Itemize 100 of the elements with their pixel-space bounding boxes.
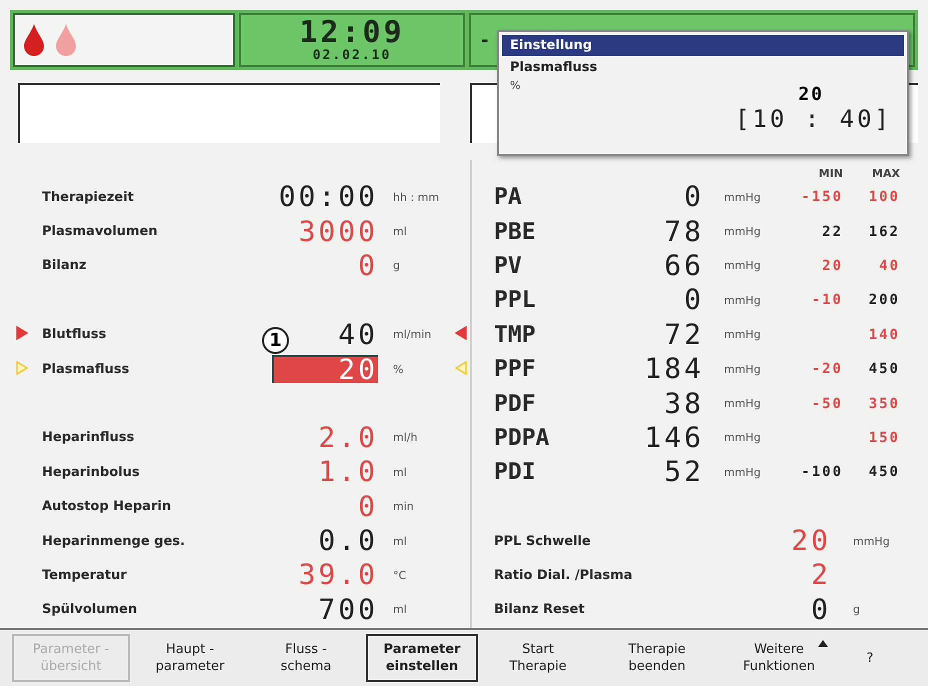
pressure-value: 146 xyxy=(644,422,704,453)
setting-value[interactable]: 20 xyxy=(791,526,831,556)
max-limit: 450 xyxy=(868,464,900,480)
setting-label: Bilanz Reset xyxy=(494,602,586,618)
parameter-label: Temperatur xyxy=(42,568,128,583)
max-limit: 140 xyxy=(868,326,900,343)
parameter-value[interactable]: 39.0 xyxy=(298,560,378,590)
footer-button[interactable]: Haupt - parameter xyxy=(134,634,246,682)
unit-label: mmHg xyxy=(724,466,762,479)
footer-button[interactable]: Therapie beenden xyxy=(598,634,716,682)
unit-label: hh : mm xyxy=(393,190,440,204)
unit-label: mmHg xyxy=(724,190,762,204)
setting-value[interactable]: 2 xyxy=(811,560,831,590)
pressure-name: TMP xyxy=(494,322,537,348)
footer-button[interactable]: Fluss - schema xyxy=(250,634,362,682)
parameter-value[interactable]: 700 xyxy=(318,594,378,625)
pressure-name: PPF xyxy=(494,356,537,382)
pressure-name: PV xyxy=(494,252,523,279)
parameter-value[interactable]: 00:00 xyxy=(278,182,378,212)
parameter-label: Plasmafluss xyxy=(42,362,130,377)
unit-label: mmHg xyxy=(724,397,762,410)
min-limit: -150 xyxy=(801,189,843,206)
dialog-range: [10 : 40] xyxy=(734,105,892,133)
parameter-value[interactable]: 0.0 xyxy=(318,526,378,556)
parameter-label: Autostop Heparin xyxy=(42,499,172,514)
min-limit: -100 xyxy=(801,464,843,480)
unit-label: mmHg xyxy=(724,225,762,238)
pressure-value: 0 xyxy=(684,182,704,212)
pressure-value: 184 xyxy=(644,354,704,384)
min-limit: -10 xyxy=(812,292,843,308)
pressure-value: 38 xyxy=(664,388,704,419)
pressure-name: PPL xyxy=(494,287,537,314)
footer-button[interactable]: Parameter einstellen xyxy=(366,634,478,682)
parameter-value[interactable]: 40 xyxy=(338,320,378,350)
pressure-name: PA xyxy=(494,184,523,210)
unit-label: mmHg xyxy=(724,362,762,376)
unit-label: mmHg xyxy=(724,259,762,272)
unit-label: % xyxy=(393,362,404,376)
max-limit: 200 xyxy=(868,292,900,308)
pressure-value: 52 xyxy=(664,457,704,488)
value-field[interactable]: 20 xyxy=(272,355,378,384)
unit-label: mmHg xyxy=(724,328,762,342)
unit-label: mmHg xyxy=(724,431,762,444)
pressure-name: PDI xyxy=(494,459,537,486)
setting-value[interactable]: 0 xyxy=(811,594,831,625)
min-limit: 20 xyxy=(822,258,843,274)
min-limit: -50 xyxy=(812,396,843,412)
dialog-value: 20 xyxy=(798,84,824,105)
pressure-value: 0 xyxy=(684,285,704,316)
pressure-name: PDPA xyxy=(494,424,550,451)
max-limit: 100 xyxy=(868,189,900,206)
unit-label: ml xyxy=(393,225,408,238)
max-limit: 450 xyxy=(868,361,900,378)
setting-label: PPL Schwelle xyxy=(494,534,592,549)
column-header: MAX xyxy=(872,167,900,180)
parameter-label: Spülvolumen xyxy=(42,602,138,618)
parameter-value[interactable]: 0 xyxy=(358,250,378,281)
parameter-value[interactable]: 0 xyxy=(358,492,378,522)
dialog-title: Einstellung xyxy=(502,35,904,56)
unit-label: ml xyxy=(393,534,408,548)
clock-time: 12:09 xyxy=(299,18,405,48)
message-mark: - xyxy=(481,30,488,50)
footer-button[interactable]: Start Therapie xyxy=(482,634,594,682)
footer-button[interactable]: Weitere Funktionen xyxy=(720,634,838,682)
min-limit: -20 xyxy=(812,361,843,378)
parameter-label: Heparinmenge ges. xyxy=(42,534,186,549)
dialog-unit: % xyxy=(509,78,522,92)
unit-label: g xyxy=(393,259,401,272)
pressure-value: 78 xyxy=(664,216,704,247)
unit-label: °C xyxy=(393,568,408,582)
parameter-label: Heparinfluss xyxy=(42,430,136,446)
column-header: MIN xyxy=(818,167,843,180)
parameter-value[interactable]: 2.0 xyxy=(318,422,378,453)
unit-label: ml xyxy=(393,466,408,479)
max-limit: 40 xyxy=(879,258,900,274)
max-limit: 150 xyxy=(868,430,900,446)
unit-label: mmHg xyxy=(724,294,762,307)
pressure-value: 72 xyxy=(664,320,704,350)
unit-label: ml/h xyxy=(393,431,418,444)
unit-label: min xyxy=(393,500,415,514)
unit-label: ml/min xyxy=(393,328,432,342)
parameter-label: Blutfluss xyxy=(42,327,108,342)
parameter-value[interactable]: 3000 xyxy=(298,216,378,247)
parameter-label: Plasmavolumen xyxy=(42,224,159,240)
parameter-value[interactable]: 1.0 xyxy=(318,457,378,488)
unit-label: g xyxy=(853,603,861,616)
parameter-label: Therapiezeit xyxy=(42,190,135,205)
unit-label: mmHg xyxy=(853,534,891,548)
setting-label: Ratio Dial. /Plasma xyxy=(494,568,634,583)
dialog-parameter: Plasmafluss xyxy=(509,59,598,75)
pressure-name: PBE xyxy=(494,218,537,245)
callout-badge: 1 xyxy=(262,326,289,354)
pressure-name: PDF xyxy=(494,390,537,417)
parameter-label: Bilanz xyxy=(42,258,88,274)
max-limit: 350 xyxy=(868,396,900,412)
max-limit: 162 xyxy=(868,224,900,240)
footer-button[interactable]: ? xyxy=(842,634,898,682)
min-limit: 22 xyxy=(822,224,843,240)
pressure-value: 66 xyxy=(664,250,704,281)
parameter-label: Heparinbolus xyxy=(42,464,141,480)
